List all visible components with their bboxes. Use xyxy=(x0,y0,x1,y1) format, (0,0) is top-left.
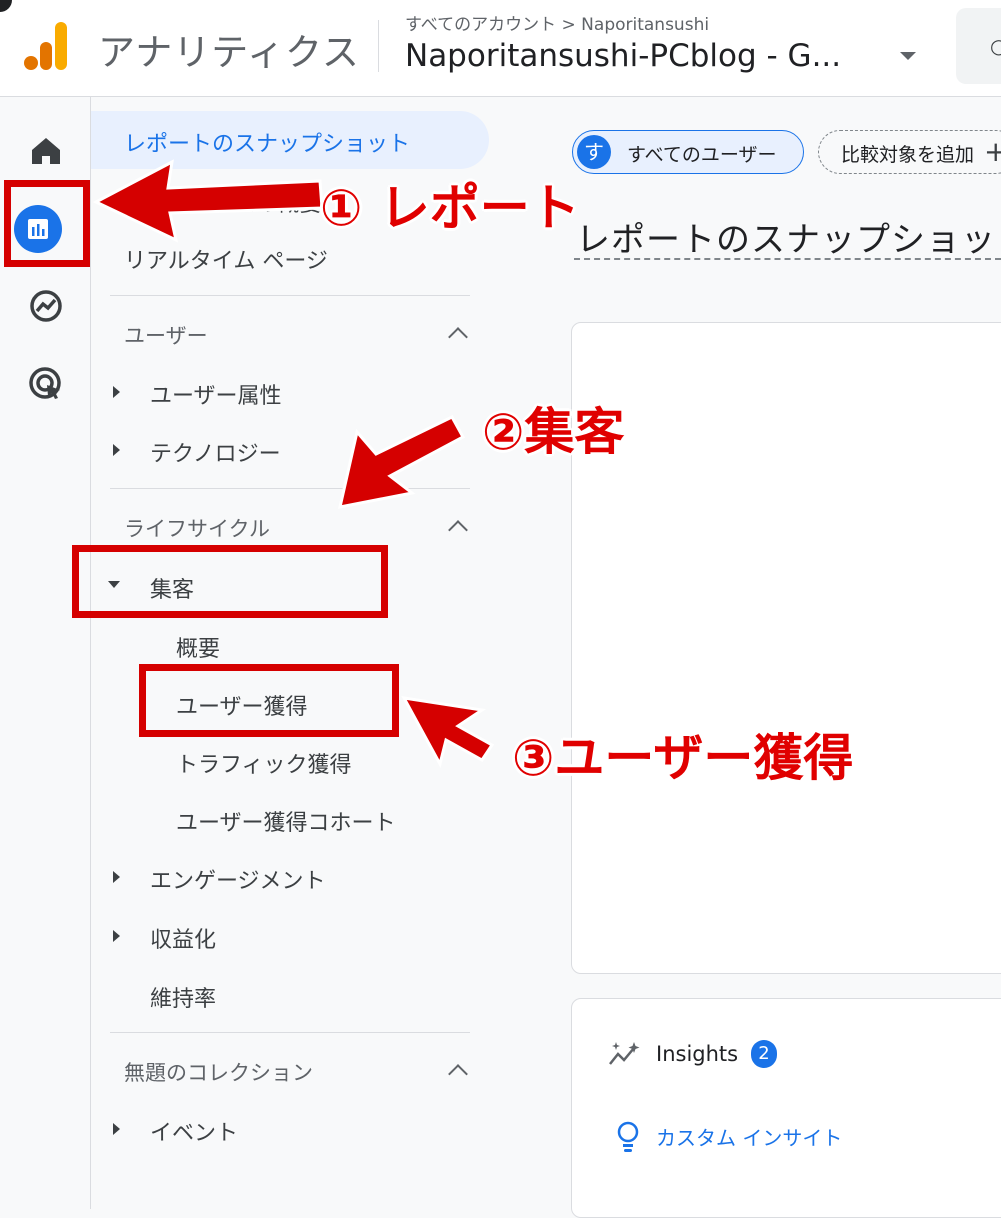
section-user-heading[interactable]: ユーザー xyxy=(124,320,208,350)
annotation-step2: ②集客 xyxy=(482,403,625,461)
expand-arrow-icon[interactable] xyxy=(113,871,120,883)
expand-arrow-icon[interactable] xyxy=(113,930,120,942)
add-comparison-chip[interactable]: 比較対象を追加 + xyxy=(818,130,1001,174)
section-collection-heading[interactable]: 無題のコレクション xyxy=(124,1057,313,1087)
nav-item-monetization[interactable]: 収益化 xyxy=(150,922,216,954)
home-icon[interactable] xyxy=(22,128,70,176)
nav-divider xyxy=(110,488,470,489)
nav-item-overview[interactable]: 概要 xyxy=(176,631,220,663)
insights-icon xyxy=(609,1042,640,1065)
nav-item-realtime-page[interactable]: リアルタイム ページ xyxy=(124,243,328,275)
nav-item-snapshot-label[interactable]: レポートのスナップショット xyxy=(124,126,410,158)
section-lifecycle-heading[interactable]: ライフサイクル xyxy=(124,513,270,543)
nav-item-technology[interactable]: テクノロジー xyxy=(150,436,281,468)
highlight-box-reports xyxy=(4,180,90,267)
all-users-chip[interactable]: す すべてのユーザー xyxy=(572,130,804,174)
app-title: アナリティクス xyxy=(98,31,360,74)
insights-label: Insights xyxy=(656,1042,739,1066)
insights-count-badge: 2 xyxy=(751,1040,777,1068)
user-avatar: す xyxy=(577,135,611,169)
expand-arrow-icon[interactable] xyxy=(113,1123,120,1135)
add-comparison-label: 比較対象を追加 xyxy=(841,144,975,166)
search-icon: ○ xyxy=(990,34,1001,58)
window-corner xyxy=(0,0,12,12)
chevron-down-icon[interactable] xyxy=(900,52,916,60)
nav-item-realtime-overview[interactable]: リアルタイムの概要 xyxy=(124,186,321,218)
annotation-step1: ① レポート xyxy=(320,179,580,237)
analytics-logo-icon xyxy=(24,22,67,70)
nav-item-engagement[interactable]: エンゲージメント xyxy=(150,863,326,895)
nav-item-user-acquisition-cohort[interactable]: ユーザー獲得コホート xyxy=(176,805,396,837)
plus-icon: + xyxy=(984,135,1001,168)
insights-card xyxy=(571,998,1001,1218)
all-users-label: すべてのユーザー xyxy=(627,144,777,166)
highlight-box-acquisition xyxy=(72,545,388,618)
search-button[interactable]: ○ xyxy=(956,8,1001,84)
breadcrumb[interactable]: すべてのアカウント > Naporitansushi xyxy=(405,10,709,35)
annotation-step3: ③ユーザー獲得 xyxy=(512,729,854,787)
header-divider xyxy=(378,20,379,72)
page-title: レポートのスナップショット xyxy=(576,220,1001,260)
highlight-box-user-acquisition xyxy=(139,664,399,737)
property-selector[interactable]: Naporitansushi-PCblog - G... xyxy=(405,38,841,74)
expand-arrow-icon[interactable] xyxy=(113,386,120,398)
nav-item-events[interactable]: イベント xyxy=(150,1115,238,1147)
summary-card xyxy=(571,322,1001,974)
lightbulb-icon xyxy=(617,1121,639,1152)
top-bar: アナリティクス すべてのアカウント > Naporitansushi Napor… xyxy=(0,0,1001,97)
nav-item-traffic-acquisition[interactable]: トラフィック獲得 xyxy=(176,747,352,779)
expand-arrow-icon[interactable] xyxy=(113,444,120,456)
advertising-icon[interactable] xyxy=(22,360,70,408)
nav-divider xyxy=(110,1032,470,1033)
custom-insight-link[interactable]: カスタム インサイト xyxy=(656,1122,842,1151)
nav-divider xyxy=(110,295,470,296)
title-underline xyxy=(574,258,1001,260)
explore-icon[interactable] xyxy=(22,282,70,330)
nav-item-retention[interactable]: 維持率 xyxy=(150,981,216,1013)
nav-item-user-attributes[interactable]: ユーザー属性 xyxy=(150,378,282,410)
